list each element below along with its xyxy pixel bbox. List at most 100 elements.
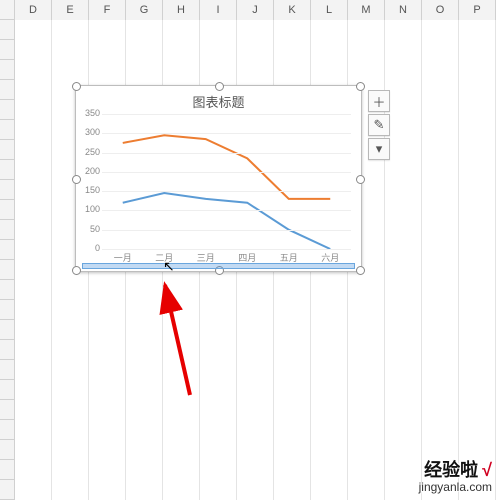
cell[interactable] <box>459 40 496 61</box>
chart-brush-button[interactable]: ✎ <box>368 114 390 136</box>
cell[interactable] <box>274 360 311 381</box>
cell[interactable] <box>459 300 496 321</box>
cell[interactable] <box>15 360 52 381</box>
resize-handle[interactable] <box>72 175 81 184</box>
cell[interactable] <box>163 60 200 81</box>
cell[interactable] <box>422 140 459 161</box>
cell[interactable] <box>15 280 52 301</box>
cell[interactable] <box>311 20 348 41</box>
cell[interactable] <box>126 460 163 481</box>
cell[interactable] <box>15 420 52 441</box>
row-header[interactable] <box>0 320 15 340</box>
cell[interactable] <box>422 100 459 121</box>
cell[interactable] <box>200 20 237 41</box>
cell[interactable] <box>459 60 496 81</box>
cell[interactable] <box>422 80 459 101</box>
cell[interactable] <box>237 340 274 361</box>
col-header[interactable]: E <box>52 0 89 21</box>
resize-handle[interactable] <box>356 266 365 275</box>
selectall-corner[interactable] <box>0 0 15 20</box>
cell[interactable] <box>422 60 459 81</box>
cell[interactable] <box>422 360 459 381</box>
cell[interactable] <box>348 460 385 481</box>
cell[interactable] <box>163 280 200 301</box>
cell[interactable] <box>348 280 385 301</box>
cell[interactable] <box>422 340 459 361</box>
cell[interactable] <box>459 400 496 421</box>
cell[interactable] <box>89 420 126 441</box>
row-header[interactable] <box>0 80 15 100</box>
cell[interactable] <box>385 140 422 161</box>
cell[interactable] <box>15 240 52 261</box>
cell[interactable] <box>15 340 52 361</box>
cell[interactable] <box>237 400 274 421</box>
cell[interactable] <box>274 480 311 500</box>
row-header[interactable] <box>0 60 15 80</box>
cell[interactable] <box>459 120 496 141</box>
cell[interactable] <box>348 300 385 321</box>
cell[interactable] <box>274 440 311 461</box>
cell[interactable] <box>89 480 126 500</box>
col-header[interactable]: O <box>422 0 459 21</box>
cell[interactable] <box>237 20 274 41</box>
cell[interactable] <box>89 360 126 381</box>
cell[interactable] <box>15 180 52 201</box>
cell[interactable] <box>237 300 274 321</box>
cell[interactable] <box>385 300 422 321</box>
cell[interactable] <box>422 320 459 341</box>
row-header[interactable] <box>0 360 15 380</box>
col-header[interactable]: D <box>15 0 52 21</box>
cell[interactable] <box>200 320 237 341</box>
cell[interactable] <box>422 300 459 321</box>
cell[interactable] <box>422 280 459 301</box>
cell[interactable] <box>200 280 237 301</box>
cell[interactable] <box>163 300 200 321</box>
cell[interactable] <box>126 480 163 500</box>
cell[interactable] <box>385 440 422 461</box>
cell[interactable] <box>311 60 348 81</box>
cell[interactable] <box>163 320 200 341</box>
cell[interactable] <box>459 180 496 201</box>
cell[interactable] <box>459 260 496 281</box>
cell[interactable] <box>274 340 311 361</box>
cell[interactable] <box>126 20 163 41</box>
cell[interactable] <box>422 220 459 241</box>
cell[interactable] <box>459 360 496 381</box>
resize-handle[interactable] <box>356 82 365 91</box>
resize-handle[interactable] <box>72 266 81 275</box>
cell[interactable] <box>163 400 200 421</box>
cell[interactable] <box>348 20 385 41</box>
cell[interactable] <box>348 60 385 81</box>
cell[interactable] <box>311 460 348 481</box>
cell[interactable] <box>15 220 52 241</box>
col-header[interactable]: H <box>163 0 200 21</box>
cell[interactable] <box>126 420 163 441</box>
col-header[interactable]: J <box>237 0 274 21</box>
row-header[interactable] <box>0 240 15 260</box>
cell[interactable] <box>311 440 348 461</box>
cell[interactable] <box>126 440 163 461</box>
cell[interactable] <box>126 40 163 61</box>
chart-title[interactable]: 图表标题 <box>76 92 361 111</box>
row-header[interactable] <box>0 40 15 60</box>
cell[interactable] <box>89 280 126 301</box>
cell[interactable] <box>422 180 459 201</box>
row-header[interactable] <box>0 20 15 40</box>
cell[interactable] <box>385 420 422 441</box>
cell[interactable] <box>422 120 459 141</box>
cell[interactable] <box>15 140 52 161</box>
cell[interactable] <box>348 380 385 401</box>
col-header[interactable]: F <box>89 0 126 21</box>
cell[interactable] <box>52 360 89 381</box>
cell[interactable] <box>385 260 422 281</box>
cell[interactable] <box>89 400 126 421</box>
cell[interactable] <box>459 200 496 221</box>
cell[interactable] <box>348 40 385 61</box>
cell[interactable] <box>126 300 163 321</box>
cell[interactable] <box>459 340 496 361</box>
cell[interactable] <box>126 400 163 421</box>
cell[interactable] <box>89 380 126 401</box>
axis-selection[interactable] <box>82 263 355 269</box>
cell[interactable] <box>348 360 385 381</box>
cell[interactable] <box>459 420 496 441</box>
